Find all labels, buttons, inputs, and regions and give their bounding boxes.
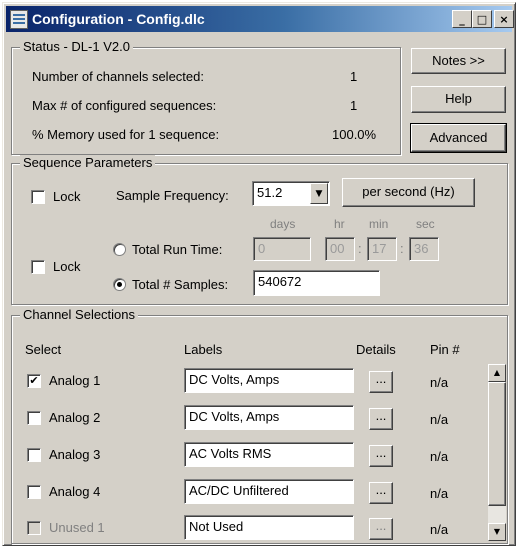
window-title: Configuration - Config.dlc	[32, 11, 205, 27]
time-separator: :	[358, 241, 362, 256]
minimize-button[interactable]: _	[452, 10, 472, 28]
status-value-sequences: 1	[350, 98, 358, 113]
days-header: days	[270, 217, 296, 231]
status-label-sequences: Max # of configured sequences:	[32, 98, 217, 113]
channel-name: Analog 4	[49, 484, 101, 499]
notes-button[interactable]: Notes >>	[411, 48, 506, 74]
details-button[interactable]: ...	[369, 371, 393, 393]
min-header: min	[369, 217, 389, 231]
close-button[interactable]: ×	[494, 10, 514, 28]
channel-label-input[interactable]: DC Volts, Amps	[184, 405, 354, 430]
hr-header: hr	[334, 217, 345, 231]
status-label-channels: Number of channels selected:	[32, 69, 204, 84]
details-button[interactable]: ...	[369, 518, 393, 540]
configuration-window: Configuration - Config.dlc _ □ × Status …	[2, 2, 516, 546]
app-icon	[10, 10, 28, 29]
channel-label-input[interactable]: DC Volts, Amps	[184, 368, 354, 393]
details-button[interactable]: ...	[369, 482, 393, 504]
details-button[interactable]: ...	[369, 445, 393, 467]
lock-frequency-label: Lock	[53, 189, 81, 204]
help-button[interactable]: Help	[411, 86, 506, 113]
status-legend: Status - DL-1 V2.0	[20, 39, 133, 54]
details-column-header: Details	[356, 342, 396, 357]
total-samples-radio[interactable]	[113, 278, 126, 291]
run-time-days-field[interactable]: 0	[253, 237, 311, 261]
maximize-button[interactable]: □	[472, 10, 492, 28]
status-value-channels: 1	[350, 69, 358, 84]
status-value-memory: 100.0%	[332, 127, 377, 142]
time-separator: :	[400, 241, 404, 256]
channel-pin: n/a	[430, 449, 449, 464]
run-time-hr-field[interactable]: 00	[325, 237, 355, 261]
channel-label-input[interactable]: AC Volts RMS	[184, 442, 354, 467]
channel-label-input[interactable]: AC/DC Unfiltered	[184, 479, 354, 504]
run-time-min-field[interactable]: 17	[367, 237, 397, 261]
scroll-up-icon[interactable]: ▲	[488, 364, 506, 382]
channel-name: Analog 3	[49, 447, 101, 462]
lock-time-label: Lock	[53, 259, 81, 274]
channel-pin: n/a	[430, 412, 449, 427]
channel-name: Analog 2	[49, 410, 101, 425]
channel-checkbox-analog-3[interactable]	[27, 448, 41, 462]
pin-column-header: Pin #	[430, 342, 460, 357]
total-run-time-radio[interactable]	[113, 243, 126, 256]
lock-frequency-checkbox[interactable]	[31, 190, 45, 204]
run-time-sec-field[interactable]: 36	[409, 237, 439, 261]
per-second-button[interactable]: per second (Hz)	[342, 178, 475, 207]
channel-checkbox-analog-2[interactable]	[27, 411, 41, 425]
radio-selected-dot	[117, 282, 122, 287]
channel-selections-group: Channel Selections Select Labels Details…	[11, 307, 508, 544]
labels-column-header: Labels	[184, 342, 223, 357]
dropdown-arrow-icon[interactable]: ▼	[310, 183, 328, 204]
sequence-parameters-group: Sequence Parameters Lock Sample Frequenc…	[11, 155, 508, 305]
channels-legend: Channel Selections	[20, 307, 139, 322]
channel-label-input[interactable]: Not Used	[184, 515, 354, 540]
total-run-time-label: Total Run Time:	[132, 242, 223, 257]
total-samples-field[interactable]: 540672	[253, 270, 380, 296]
status-label-memory: % Memory used for 1 sequence:	[32, 127, 220, 142]
select-column-header: Select	[25, 342, 62, 357]
channel-pin: n/a	[430, 522, 449, 537]
lock-time-checkbox[interactable]	[31, 260, 45, 274]
scroll-thumb[interactable]	[488, 382, 506, 506]
status-group: Status - DL-1 V2.0 Number of channels se…	[11, 39, 401, 155]
sample-frequency-select[interactable]: 51.2 ▼	[252, 181, 330, 206]
channel-checkbox-unused-1	[27, 521, 41, 535]
channel-name: Unused 1	[49, 520, 105, 535]
sec-header: sec	[416, 217, 435, 231]
channel-pin: n/a	[430, 375, 449, 390]
sequence-legend: Sequence Parameters	[20, 155, 156, 170]
channel-checkbox-analog-4[interactable]	[27, 485, 41, 499]
channel-name: Analog 1	[49, 373, 101, 388]
total-samples-label: Total # Samples:	[132, 277, 229, 292]
sample-frequency-label: Sample Frequency:	[116, 188, 229, 203]
advanced-button[interactable]: Advanced	[410, 123, 507, 153]
title-bar[interactable]: Configuration - Config.dlc _ □ ×	[6, 6, 514, 32]
scroll-down-icon[interactable]: ▼	[488, 523, 506, 541]
channel-checkbox-analog-1[interactable]: ✔	[27, 374, 41, 388]
sample-frequency-value: 51.2	[257, 185, 283, 200]
channel-pin: n/a	[430, 486, 449, 501]
channel-scrollbar[interactable]: ▲ ▼	[488, 364, 506, 541]
details-button[interactable]: ...	[369, 408, 393, 430]
